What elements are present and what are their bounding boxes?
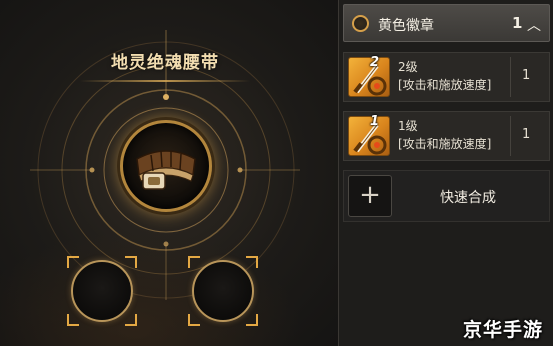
badge-list-item[interactable]: 2 2级 [攻击和施放速度] 1 <box>343 52 550 102</box>
circle-icon <box>352 15 369 32</box>
item-name-title: 地灵绝魂腰带 <box>111 53 219 73</box>
badge-panel: 黄色徽章 1 ︿ 2 2级 [攻击和施放速度] 1 1 1级 [攻击和施放速度]… <box>338 0 553 346</box>
belt-item-orb[interactable] <box>120 120 212 212</box>
belt-icon <box>136 150 196 190</box>
sword-gem-icon <box>348 57 390 97</box>
badge-level: 1级 <box>398 119 418 133</box>
item-display-scene: 地灵绝魂腰带 <box>0 0 338 346</box>
watermark-logo: 京华手游 <box>463 319 544 341</box>
category-title: 黄色徽章 <box>378 18 434 34</box>
badge-attribute: [攻击和施放速度] <box>398 137 492 151</box>
badge-level: 2级 <box>398 60 418 74</box>
level-badge: 1 <box>370 114 380 129</box>
divider <box>510 57 511 97</box>
chevron-up-icon[interactable]: ︿ <box>527 15 541 35</box>
plus-icon[interactable]: + <box>348 175 392 217</box>
level-badge: 2 <box>370 55 380 70</box>
divider <box>510 116 511 156</box>
badge-list-item[interactable]: 1 1级 [攻击和施放速度] 1 <box>343 111 550 161</box>
quick-synthesize-button[interactable]: 快速合成 <box>440 187 496 207</box>
quick-synthesize-row[interactable]: + 快速合成 <box>343 170 550 222</box>
category-count: 1 <box>512 14 523 32</box>
material-slot-1[interactable] <box>67 256 137 326</box>
badge-attribute: [攻击和施放速度] <box>398 78 492 92</box>
sword-gem-icon <box>348 116 390 156</box>
badge-category-header[interactable]: 黄色徽章 1 ︿ <box>343 4 550 42</box>
slot-circle <box>71 260 133 322</box>
slot-circle <box>192 260 254 322</box>
badge-quantity: 1 <box>522 68 531 83</box>
material-slot-2[interactable] <box>188 256 258 326</box>
title-divider <box>80 80 250 82</box>
badge-quantity: 1 <box>522 127 531 142</box>
